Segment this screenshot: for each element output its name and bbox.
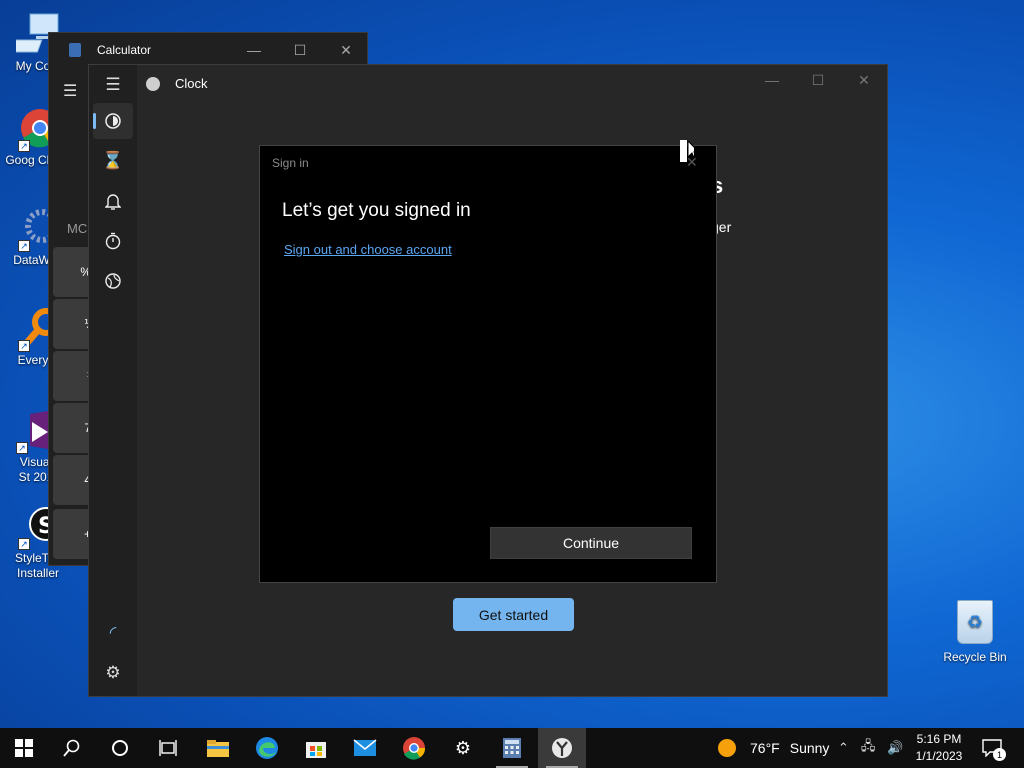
signin-dialog: Sign in ✕ Let’s get you signed in Sign o…: [259, 145, 717, 583]
notification-center-icon[interactable]: 1: [980, 736, 1006, 761]
recycle-bin-icon: ♻: [957, 600, 993, 644]
shortcut-arrow-icon: ↗: [18, 240, 30, 252]
calc-key[interactable]: 4: [53, 455, 93, 505]
desktop-icon-recycle-bin[interactable]: ♻ Recycle Bin: [940, 600, 1010, 664]
clock-nav-rail: ☰ ⌛ ◜ ⚙: [89, 65, 137, 696]
start-button[interactable]: [0, 728, 48, 768]
chrome-icon[interactable]: [390, 728, 438, 768]
calculator-window-controls: — ☐ ✕: [231, 33, 369, 67]
clock-window-controls: — ☐ ✕: [749, 63, 887, 97]
taskbar: ⚙ 76°F Sunny ⌃ 🖧 🔊 5:16 PM 1/1/2023 1: [0, 728, 1024, 768]
edge-icon[interactable]: [243, 728, 291, 768]
calculator-taskbar-icon[interactable]: [488, 728, 536, 768]
shortcut-arrow-icon: ↗: [18, 538, 30, 550]
taskbar-time: 5:16 PM: [916, 732, 962, 746]
signin-dialog-title: Sign in: [272, 156, 309, 170]
weather-temperature: 76°F: [750, 740, 780, 756]
file-explorer-icon[interactable]: [194, 728, 242, 768]
volume-icon[interactable]: 🔊: [887, 740, 903, 756]
taskbar-date: 1/1/2023: [915, 749, 963, 763]
network-icon[interactable]: 🖧: [861, 737, 876, 759]
settings-gear-icon[interactable]: ⚙: [439, 728, 487, 768]
cortana-icon[interactable]: [96, 728, 144, 768]
minimize-button[interactable]: —: [231, 33, 277, 67]
calc-key[interactable]: %: [53, 247, 93, 297]
continue-button[interactable]: Continue: [490, 527, 692, 559]
notification-count-badge: 1: [993, 748, 1006, 761]
signin-heading: Let’s get you signed in: [282, 200, 471, 221]
clock-app-icon: [146, 77, 160, 91]
world-clock-icon[interactable]: [93, 263, 133, 299]
maximize-button[interactable]: ☐: [277, 33, 323, 67]
taskbar-clock[interactable]: 5:16 PM 1/1/2023: [908, 731, 970, 765]
sync-spinner-icon: ◜: [109, 623, 117, 642]
memory-clear-button[interactable]: MC: [67, 221, 87, 236]
mail-icon[interactable]: [341, 728, 389, 768]
stopwatch-icon[interactable]: [93, 223, 133, 259]
hamburger-menu-icon[interactable]: ☰: [63, 81, 77, 101]
clock-taskbar-icon[interactable]: [538, 728, 586, 768]
close-button[interactable]: ✕: [323, 33, 369, 67]
chevron-up-icon[interactable]: ⌃: [838, 740, 849, 756]
clock-title: Clock: [175, 76, 208, 91]
sunny-weather-icon: [718, 739, 736, 757]
shortcut-arrow-icon: ↗: [18, 340, 30, 352]
weather-description: Sunny: [789, 740, 830, 756]
sign-out-choose-account-link[interactable]: Sign out and choose account: [284, 242, 452, 257]
windows-logo-icon: [15, 739, 33, 757]
recycle-bin-label: Recycle Bin: [943, 650, 1007, 664]
weather-widget[interactable]: 76°F Sunny: [718, 728, 829, 768]
calc-key[interactable]: +: [53, 509, 93, 559]
minimize-button[interactable]: —: [749, 63, 795, 97]
settings-icon[interactable]: ⚙: [93, 655, 133, 691]
calculator-title: Calculator: [97, 43, 152, 57]
task-view-icon[interactable]: [144, 728, 192, 768]
calc-key[interactable]: ⅟: [53, 299, 93, 349]
maximize-button[interactable]: ☐: [795, 63, 841, 97]
microsoft-store-icon[interactable]: [292, 728, 340, 768]
shortcut-arrow-icon: ↗: [16, 442, 28, 454]
timer-icon[interactable]: ⌛: [93, 143, 133, 179]
alarm-icon[interactable]: [93, 183, 133, 219]
system-tray: ⌃ 🖧 🔊: [838, 728, 904, 768]
focus-sessions-icon[interactable]: [93, 103, 133, 139]
mouse-cursor-icon: [680, 140, 694, 162]
search-icon[interactable]: [48, 728, 96, 768]
calc-key[interactable]: 7: [53, 403, 93, 453]
get-started-button[interactable]: Get started: [453, 598, 574, 631]
calc-key[interactable]: ¹: [53, 351, 93, 401]
shortcut-arrow-icon: ↗: [18, 140, 30, 152]
close-button[interactable]: ✕: [841, 63, 887, 97]
calculator-app-icon: [69, 43, 81, 57]
